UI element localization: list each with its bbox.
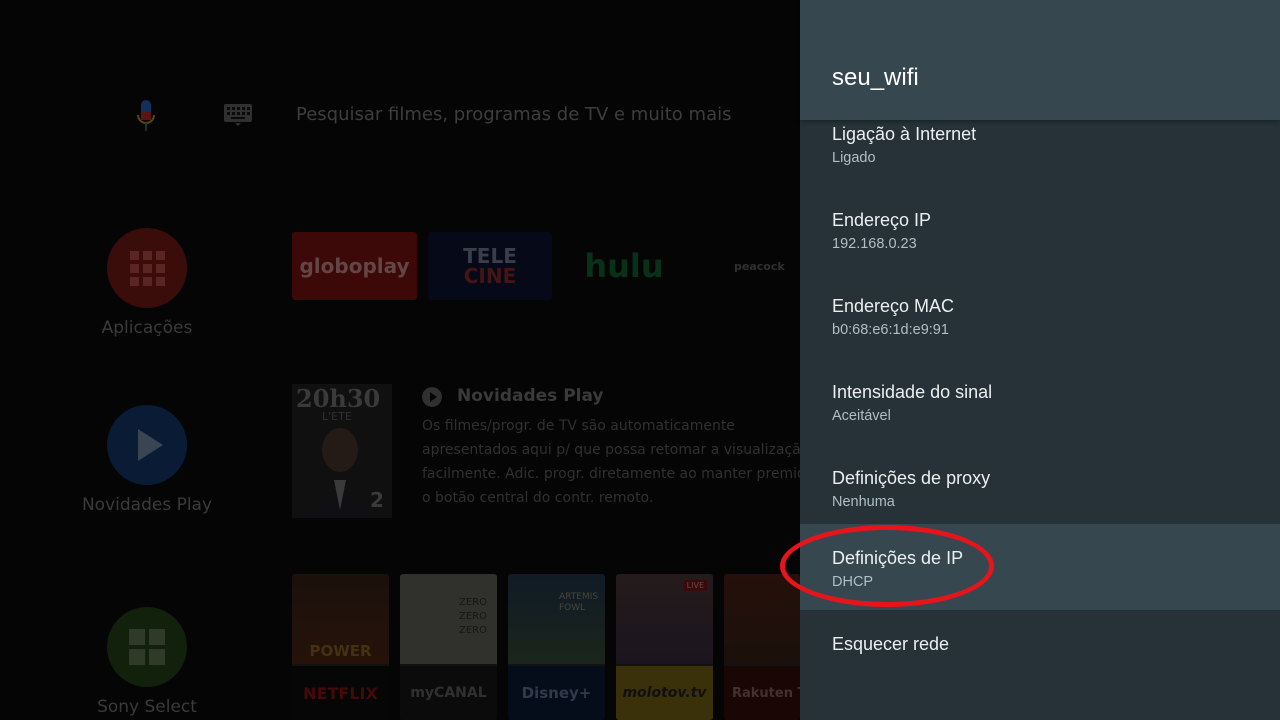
play-icon [107, 405, 187, 485]
item-title: Definições de proxy [832, 468, 991, 488]
panel-header: seu_wifi [800, 0, 1280, 120]
movie-tile[interactable]: Rakuten TV [724, 574, 800, 720]
keyboard-icon[interactable] [224, 104, 252, 126]
app-label: CINE [463, 264, 517, 288]
microphone-icon[interactable] [136, 100, 156, 132]
search-bar[interactable]: Pesquisar filmes, programas de TV e muit… [0, 96, 800, 136]
sidebar-item-sony-select[interactable]: Sony Select [60, 607, 234, 717]
movie-title: POWER [309, 642, 372, 660]
mac-address-item[interactable]: Endereço MAC b0:68:e6:1d:e9:91 [800, 272, 1280, 358]
sidebar-item-label: Aplicações [101, 318, 193, 338]
forget-network-item[interactable]: Esquecer rede [800, 610, 1280, 696]
app-label: hulu [584, 247, 664, 285]
sidebar-item-label: Sony Select [97, 697, 197, 717]
sony-select-icon [107, 607, 187, 687]
item-subtitle: b0:68:e6:1d:e9:91 [832, 322, 949, 338]
app-label: globoplay [299, 254, 410, 278]
item-title: Esquecer rede [832, 634, 950, 654]
sidebar-item-label: Novidades Play [81, 495, 213, 515]
proxy-settings-item[interactable]: Definições de proxy Nenhuma [800, 444, 1280, 530]
movie-title: ARTEMIS FOWL [559, 592, 599, 613]
app-label: TELE [463, 244, 517, 268]
movie-artwork: ZERO ZERO ZERO [400, 574, 497, 664]
movie-title: ZERO ZERO ZERO [459, 597, 487, 636]
movie-service: NETFLIX [292, 666, 389, 720]
app-tile-hulu[interactable]: hulu [562, 232, 686, 300]
play-next-description: Os filmes/progr. de TV são automaticamen… [422, 418, 800, 506]
app-tile-peacock[interactable]: peacock [696, 232, 800, 300]
network-details-panel: Ligação à Internet Ligado Endereço IP 19… [800, 0, 1280, 720]
movie-artwork: POWER [292, 574, 389, 664]
item-subtitle: Ligado [832, 150, 876, 166]
movie-service: Rakuten TV [724, 666, 800, 720]
apps-row: globoplay TELE CINE hulu peacock [292, 232, 800, 302]
movie-service: myCANAL [400, 666, 497, 720]
movies-row: POWER NETFLIX ZERO ZERO ZERO myCANAL ART… [292, 574, 800, 720]
app-tile-globoplay[interactable]: globoplay [292, 232, 417, 300]
signal-strength-item[interactable]: Intensidade do sinal Aceitável [800, 358, 1280, 444]
item-subtitle: 192.168.0.23 [832, 236, 917, 252]
movie-tile[interactable]: LIVE molotov.tv [616, 574, 713, 720]
item-title: Definições de IP [832, 548, 964, 568]
movie-artwork: LIVE [616, 574, 713, 664]
movie-tile[interactable]: ARTEMIS FOWL Disney+ [508, 574, 605, 720]
item-subtitle: Nenhuma [832, 494, 895, 510]
item-title: Intensidade do sinal [832, 382, 993, 402]
sidebar-item-apps[interactable]: Aplicações [60, 228, 234, 338]
home-screen: Pesquisar filmes, programas de TV e muit… [0, 0, 800, 720]
movie-tile[interactable]: ZERO ZERO ZERO myCANAL [400, 574, 497, 720]
movie-service: molotov.tv [616, 666, 713, 720]
item-title: Endereço IP [832, 210, 932, 230]
sidebar-item-play-next[interactable]: Novidades Play [60, 405, 234, 515]
item-title: Ligação à Internet [832, 124, 977, 144]
item-subtitle: Aceitável [832, 408, 891, 424]
ip-settings-item[interactable]: Definições de IP DHCP [800, 524, 1280, 610]
live-badge: LIVE [683, 580, 707, 591]
apps-grid-icon [107, 228, 187, 308]
movie-artwork [724, 574, 800, 664]
search-input[interactable]: Pesquisar filmes, programas de TV e muit… [296, 104, 732, 125]
play-next-title: Novidades Play [457, 386, 604, 406]
poster-channel: 2 [370, 488, 384, 512]
play-circle-icon [422, 387, 442, 407]
app-label: peacock [734, 259, 785, 273]
panel-title: seu_wifi [832, 64, 919, 91]
play-next-section: 20h30 L'ETE 2 Novidades Play Os filmes/p… [292, 384, 800, 524]
movie-service: Disney+ [508, 666, 605, 720]
movie-artwork: ARTEMIS FOWL [508, 574, 605, 664]
play-next-poster[interactable]: 20h30 L'ETE 2 [292, 384, 392, 518]
app-tile-telecine[interactable]: TELE CINE [428, 232, 552, 300]
ip-address-item[interactable]: Endereço IP 192.168.0.23 [800, 186, 1280, 272]
item-title: Endereço MAC [832, 296, 955, 316]
poster-title: 20h30 [296, 384, 381, 413]
movie-tile[interactable]: POWER NETFLIX [292, 574, 389, 720]
item-subtitle: DHCP [832, 574, 874, 590]
